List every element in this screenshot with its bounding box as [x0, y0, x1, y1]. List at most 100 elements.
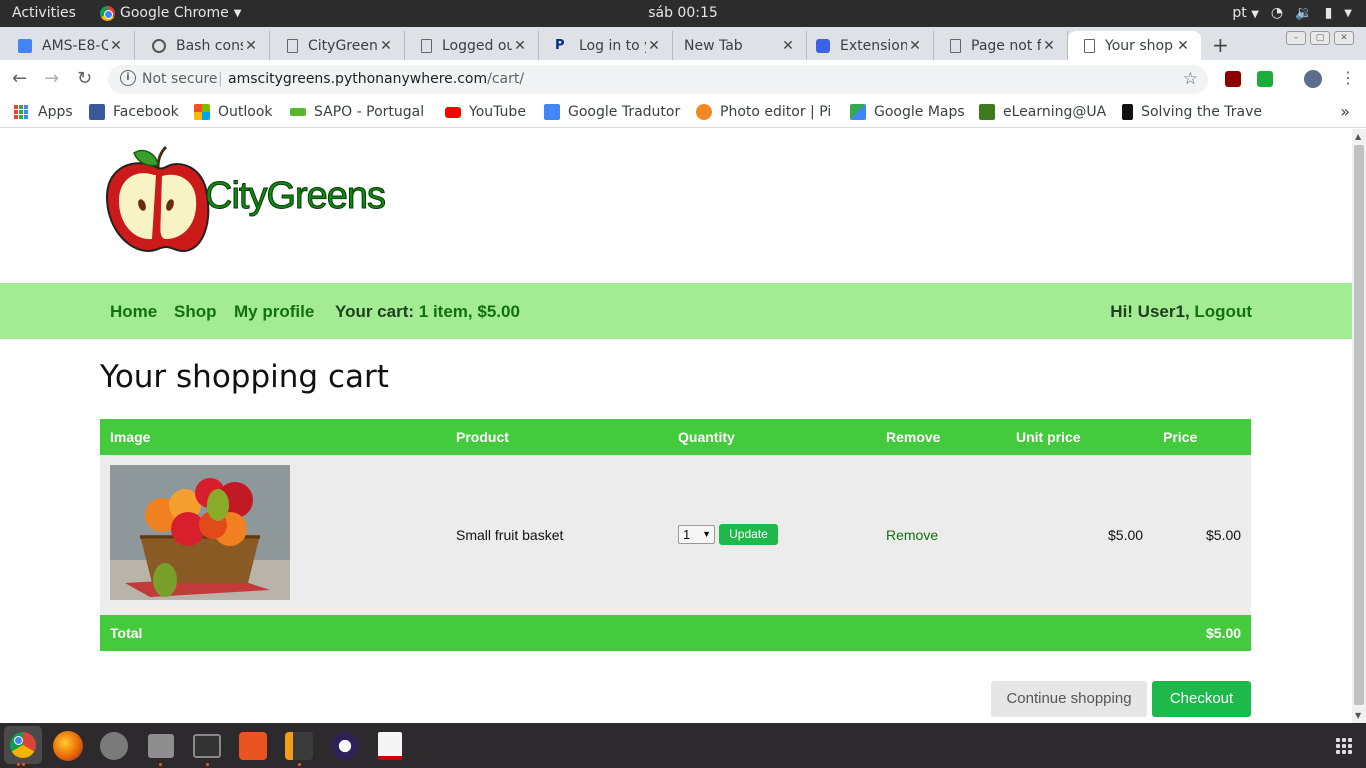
quantity-select[interactable]: 1 ▼ [678, 525, 715, 544]
minimize-button[interactable]: – [1286, 31, 1306, 45]
software-center-icon[interactable] [239, 732, 267, 760]
settings-icon[interactable] [100, 732, 128, 760]
table-row: Small fruit basket 1 ▼ Update Remove $5.… [100, 455, 1251, 615]
logout-link[interactable]: Logout [1194, 302, 1252, 321]
close-window-button[interactable]: ✕ [1334, 31, 1354, 45]
close-icon[interactable]: ✕ [1041, 38, 1057, 54]
document-viewer-icon[interactable] [378, 732, 402, 760]
clock[interactable]: sáb 00:15 [648, 5, 718, 21]
security-label[interactable]: Not secure [142, 71, 218, 87]
product-name[interactable]: Small fruit basket [456, 527, 563, 543]
close-icon[interactable]: ✕ [1175, 38, 1191, 54]
nav-my-profile[interactable]: My profile [234, 302, 314, 322]
bookmark-medium[interactable]: Solving the Trave [1122, 104, 1262, 120]
close-icon[interactable]: ✕ [646, 38, 662, 54]
header-remove: Remove [886, 429, 941, 445]
tab[interactable]: Page not f ✕ [934, 31, 1068, 60]
update-button[interactable]: Update [719, 524, 778, 545]
close-icon[interactable]: ✕ [378, 38, 394, 54]
user-greeting: Hi! User1, Logout [1110, 302, 1252, 321]
firefox-icon[interactable] [53, 731, 83, 761]
nav-shop[interactable]: Shop [174, 302, 217, 322]
medium-icon [1122, 104, 1134, 120]
bookmark-apps[interactable]: Apps [14, 104, 73, 120]
close-icon[interactable]: ✕ [907, 38, 923, 54]
brand-wordmark[interactable]: CityGreens [204, 175, 386, 218]
scrollbar-thumb[interactable] [1354, 145, 1364, 705]
close-icon[interactable]: ✕ [512, 38, 528, 54]
puzzle-icon [816, 38, 830, 53]
activities-button[interactable]: Activities [12, 5, 76, 21]
bookmark-maps[interactable]: Google Maps [850, 104, 965, 120]
close-icon[interactable]: ✕ [243, 38, 259, 54]
ublock-icon[interactable] [1225, 71, 1241, 87]
forward-icon[interactable]: → [44, 68, 59, 89]
language-indicator[interactable]: pt ▼ [1232, 5, 1259, 21]
bookmarks-bar: Apps Facebook Outlook SAPO - Portugal Yo… [0, 98, 1366, 128]
scroll-down-icon[interactable]: ▼ [1355, 711, 1361, 720]
table-header: Image Product Quantity Remove Unit price… [100, 419, 1251, 455]
bookmark-outlook[interactable]: Outlook [194, 104, 273, 120]
app-menu[interactable]: Google Chrome ▼ [100, 5, 241, 21]
close-icon[interactable]: ✕ [780, 38, 796, 54]
cart-summary-value[interactable]: 1 item, $5.00 [419, 302, 520, 321]
paypal-icon: P [555, 37, 565, 53]
sublime-icon[interactable] [285, 732, 313, 760]
menu-icon[interactable]: ⋮ [1340, 68, 1356, 87]
show-applications-icon[interactable] [1336, 738, 1352, 754]
new-tab-button[interactable]: + [1212, 33, 1229, 57]
tab[interactable]: CityGreen ✕ [271, 31, 405, 60]
browser-toolbar: ← → ↻ i Not secure | amscitygreens.pytho… [0, 60, 1366, 98]
nav-home[interactable]: Home [110, 302, 157, 322]
tab[interactable]: AMS-E8-Q ✕ [2, 31, 135, 60]
bookmark-sapo[interactable]: SAPO - Portugal [290, 104, 430, 120]
bookmark-translate[interactable]: Google Tradutor [544, 104, 680, 120]
tab[interactable]: New Tab ✕ [673, 31, 807, 60]
header-unit-price: Unit price [1016, 429, 1081, 445]
checkout-button[interactable]: Checkout [1152, 681, 1251, 717]
tab[interactable]: P Log in to y ✕ [539, 31, 673, 60]
tab[interactable]: Bash cons ✕ [136, 31, 270, 60]
tab-active[interactable]: Your shop ✕ [1068, 31, 1201, 60]
back-icon[interactable]: ← [12, 68, 27, 89]
tab[interactable]: Logged ou ✕ [405, 31, 539, 60]
address-bar[interactable]: i Not secure | amscitygreens.pythonanywh… [108, 65, 1208, 94]
nav-cart-summary[interactable]: Your cart: 1 item, $5.00 [335, 302, 520, 322]
system-tray[interactable]: pt ▼ ◔ 🔉 ▮ ▼ [1232, 5, 1352, 21]
terminal-icon[interactable] [193, 734, 221, 758]
avatar[interactable] [1304, 70, 1322, 88]
url-text[interactable]: amscitygreens.pythonanywhere.com/cart/ [228, 71, 524, 87]
chevron-down-icon: ▼ [702, 529, 711, 539]
extension-icon[interactable] [1257, 71, 1273, 87]
remove-link[interactable]: Remove [886, 527, 938, 543]
site-navbar: Home Shop My profile Your cart: 1 item, … [0, 283, 1352, 339]
page-viewport: CityGreens Home Shop My profile Your car… [0, 129, 1352, 723]
dock-chrome[interactable] [4, 726, 42, 764]
files-icon[interactable] [148, 734, 174, 758]
page-icon [1084, 38, 1095, 53]
maximize-button[interactable]: ▢ [1310, 31, 1330, 45]
bookmark-elearning[interactable]: eLearning@UA [979, 104, 1106, 120]
chrome-icon [10, 732, 36, 758]
cart-table: Image Product Quantity Remove Unit price… [100, 419, 1251, 651]
bookmark-facebook[interactable]: Facebook [89, 104, 179, 120]
bookmark-star-icon[interactable]: ☆ [1183, 69, 1198, 89]
tab[interactable]: Extension ✕ [800, 31, 934, 60]
reload-icon[interactable]: ↻ [77, 68, 92, 89]
info-icon[interactable]: i [120, 70, 136, 86]
app-menu-label: Google Chrome [120, 5, 229, 21]
product-image[interactable] [110, 465, 290, 600]
bookmark-photo-editor[interactable]: Photo editor | Pi [696, 104, 833, 120]
maps-icon [850, 104, 866, 120]
volume-icon[interactable]: 🔉 [1295, 5, 1312, 21]
chevron-right-double-icon[interactable]: » [1340, 102, 1350, 121]
wifi-icon[interactable]: ◔ [1271, 5, 1283, 21]
continue-shopping-button[interactable]: Continue shopping [991, 681, 1147, 717]
battery-icon[interactable]: ▮ [1325, 5, 1333, 21]
bookmark-youtube[interactable]: YouTube [445, 104, 526, 120]
page-scrollbar[interactable]: ▲ ▼ [1352, 129, 1366, 723]
scroll-up-icon[interactable]: ▲ [1355, 132, 1361, 141]
eclipse-icon[interactable] [331, 732, 359, 760]
chevron-down-icon[interactable]: ▼ [1344, 8, 1352, 19]
close-icon[interactable]: ✕ [108, 38, 124, 54]
